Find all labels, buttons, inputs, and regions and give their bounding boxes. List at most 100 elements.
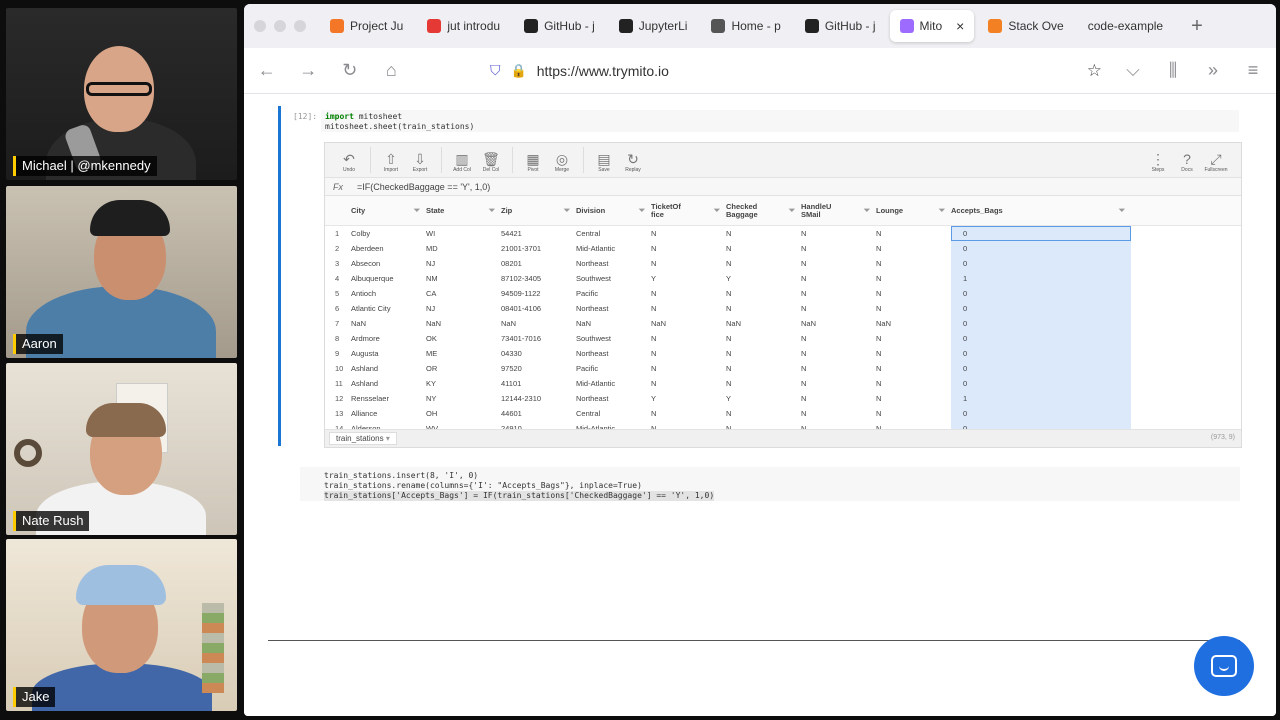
steps-button[interactable]: ⋮Steps	[1144, 151, 1172, 173]
table-cell[interactable]: NM	[426, 274, 501, 283]
table-cell[interactable]: N	[876, 229, 951, 238]
formula-bar[interactable]: Fx =IF(CheckedBaggage == 'Y', 1,0)	[325, 178, 1241, 196]
table-row[interactable]: 11AshlandKY41101Mid-AtlanticNNNN0	[325, 376, 1241, 391]
pocket-icon[interactable]: ⌵	[1122, 60, 1144, 81]
table-cell[interactable]: N	[726, 289, 801, 298]
table-cell[interactable]: 12144-2310	[501, 394, 576, 403]
table-cell[interactable]: Y	[726, 274, 801, 283]
browser-tab[interactable]: GitHub - j	[795, 10, 886, 42]
chevron-down-icon[interactable]: ▾	[386, 434, 390, 443]
table-cell[interactable]: N	[876, 274, 951, 283]
table-cell[interactable]: N	[726, 304, 801, 313]
table-row[interactable]: 7NaNNaNNaNNaNNaNNaNNaNNaN0	[325, 316, 1241, 331]
table-cell[interactable]: 1	[951, 391, 1131, 406]
filter-icon[interactable]: ⏷	[1119, 207, 1125, 215]
table-row[interactable]: 8ArdmoreOK73401-7016SouthwestNNNN0	[325, 331, 1241, 346]
table-cell[interactable]: N	[801, 274, 876, 283]
lock-icon[interactable]: 🔒	[511, 63, 527, 79]
table-cell[interactable]: NaN	[726, 319, 801, 328]
formula-text[interactable]: =IF(CheckedBaggage == 'Y', 1,0)	[357, 182, 490, 192]
table-cell[interactable]: Northeast	[576, 304, 651, 313]
filter-icon[interactable]: ⏷	[489, 207, 495, 215]
star-icon[interactable]: ☆	[1087, 61, 1102, 81]
table-cell[interactable]: Southwest	[576, 274, 651, 283]
browser-tab[interactable]: Home - p	[701, 10, 790, 42]
table-cell[interactable]: 0	[951, 331, 1131, 346]
table-cell[interactable]: N	[651, 379, 726, 388]
browser-tab[interactable]: Project Ju	[320, 10, 413, 42]
table-cell[interactable]: 0	[951, 226, 1131, 241]
table-cell[interactable]: N	[876, 394, 951, 403]
filter-icon[interactable]: ⏷	[939, 207, 945, 215]
table-cell[interactable]: 08201	[501, 259, 576, 268]
column-header[interactable]: TicketOf fice⏷	[651, 203, 726, 219]
table-cell[interactable]: Ashland	[351, 379, 426, 388]
table-cell[interactable]: Pacific	[576, 364, 651, 373]
data-grid[interactable]: City⏷State⏷Zip⏷Division⏷TicketOf fice⏷Ch…	[325, 196, 1241, 429]
filter-icon[interactable]: ⏷	[639, 207, 645, 215]
table-cell[interactable]: 87102-3405	[501, 274, 576, 283]
column-header[interactable]: Accepts_Bags⏷	[951, 207, 1131, 215]
table-cell[interactable]: N	[726, 229, 801, 238]
table-row[interactable]: 9AugustaME04330NortheastNNNN0	[325, 346, 1241, 361]
notebook-cell[interactable]: [12]: import mitosheet mitosheet.sheet(t…	[278, 106, 1240, 446]
table-cell[interactable]: NJ	[426, 259, 501, 268]
table-row[interactable]: 13AllianceOH44601CentralNNNN0	[325, 406, 1241, 421]
table-cell[interactable]: ME	[426, 349, 501, 358]
maximize-window-button[interactable]	[294, 20, 306, 32]
export-button[interactable]: ⇩Export	[406, 151, 434, 173]
table-cell[interactable]: NaN	[876, 319, 951, 328]
column-header[interactable]: Zip⏷	[501, 207, 576, 215]
table-cell[interactable]: Y	[651, 394, 726, 403]
table-row[interactable]: 1ColbyWI54421CentralNNNN0	[325, 226, 1241, 241]
url-bar[interactable]: ⛉ 🔒 https://www.trymito.io ☆	[490, 61, 1102, 81]
table-cell[interactable]: Pacific	[576, 289, 651, 298]
table-cell[interactable]: NY	[426, 394, 501, 403]
table-cell[interactable]: N	[801, 334, 876, 343]
chat-widget-button[interactable]	[1194, 636, 1254, 696]
table-cell[interactable]: 0	[951, 316, 1131, 331]
url-text[interactable]: https://www.trymito.io	[537, 63, 669, 79]
table-cell[interactable]: 54421	[501, 229, 576, 238]
browser-tab[interactable]: GitHub - j	[514, 10, 605, 42]
close-window-button[interactable]	[254, 20, 266, 32]
import-button[interactable]: ⇧Import	[377, 151, 405, 173]
table-cell[interactable]: N	[726, 409, 801, 418]
table-cell[interactable]: 0	[951, 256, 1131, 271]
table-cell[interactable]: Northeast	[576, 349, 651, 358]
table-cell[interactable]: N	[801, 229, 876, 238]
add-col-button[interactable]: ▥Add Col	[448, 151, 476, 173]
table-cell[interactable]: N	[651, 409, 726, 418]
filter-icon[interactable]: ⏷	[714, 207, 720, 215]
table-cell[interactable]: N	[801, 364, 876, 373]
table-cell[interactable]: 0	[951, 376, 1131, 391]
table-cell[interactable]: 73401-7016	[501, 334, 576, 343]
table-cell[interactable]: 0	[951, 346, 1131, 361]
column-header[interactable]: State⏷	[426, 207, 501, 215]
table-cell[interactable]: OK	[426, 334, 501, 343]
close-icon[interactable]: ×	[956, 18, 964, 34]
table-cell[interactable]: Mid-Atlantic	[576, 244, 651, 253]
table-row[interactable]: 3AbseconNJ08201NortheastNNNN0	[325, 256, 1241, 271]
table-cell[interactable]: NaN	[651, 319, 726, 328]
filter-icon[interactable]: ⏷	[789, 207, 795, 215]
table-cell[interactable]: Antioch	[351, 289, 426, 298]
table-cell[interactable]: OH	[426, 409, 501, 418]
table-cell[interactable]: N	[801, 304, 876, 313]
undo-button[interactable]: ↶Undo	[335, 151, 363, 173]
reload-icon[interactable]: ↻	[339, 60, 361, 81]
menu-icon[interactable]: ≡	[1242, 60, 1264, 81]
table-cell[interactable]: N	[801, 349, 876, 358]
table-cell[interactable]: N	[876, 379, 951, 388]
table-cell[interactable]: N	[801, 244, 876, 253]
table-cell[interactable]: NaN	[351, 319, 426, 328]
table-cell[interactable]: N	[726, 259, 801, 268]
table-row[interactable]: 12RensselaerNY12144-2310NortheastYYNN1	[325, 391, 1241, 406]
table-cell[interactable]: N	[726, 244, 801, 253]
fullscreen-button[interactable]: ⤢Fullscreen	[1202, 151, 1230, 173]
table-cell[interactable]: WI	[426, 229, 501, 238]
table-cell[interactable]: Atlantic City	[351, 304, 426, 313]
table-cell[interactable]: KY	[426, 379, 501, 388]
table-cell[interactable]: N	[876, 334, 951, 343]
table-row[interactable]: 10AshlandOR97520PacificNNNN0	[325, 361, 1241, 376]
